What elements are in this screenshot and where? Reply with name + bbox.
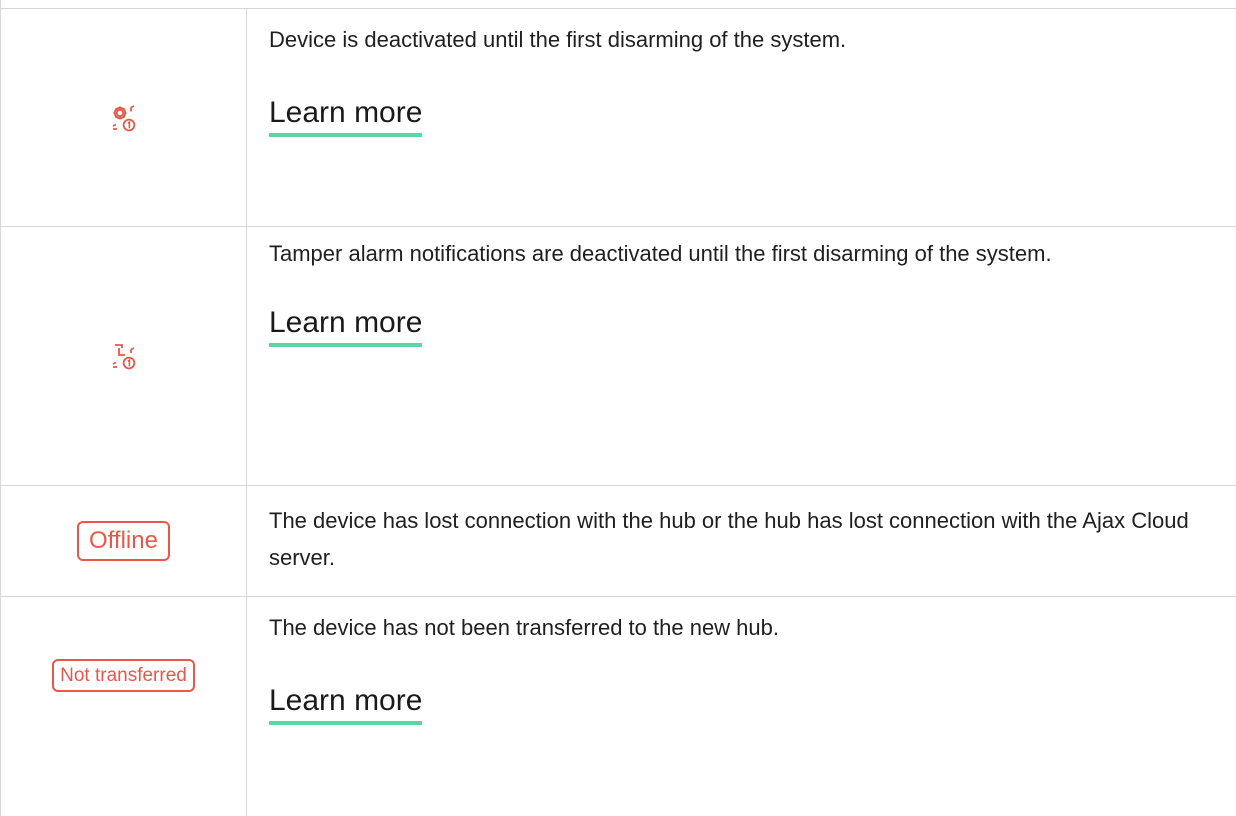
icon-cell: Not transferred (1, 597, 247, 816)
text-cell: Tamper alarm notifications are deactivat… (269, 235, 1219, 347)
learn-more-link[interactable]: Learn more (269, 306, 423, 347)
offline-badge: Offline (77, 521, 170, 561)
text-cell: The device has lost connection with the … (269, 502, 1219, 576)
row-description: The device has lost connection with the … (269, 508, 1189, 570)
table-row: Not transferred The device has not been … (1, 596, 1236, 816)
icon-cell (1, 9, 247, 226)
row-description: Tamper alarm notifications are deactivat… (269, 241, 1052, 266)
text-cell: The device has not been transferred to t… (269, 609, 1219, 725)
row-description: The device has not been transferred to t… (269, 615, 779, 640)
gear-deactivated-until-disarm-icon (109, 103, 139, 133)
text-cell: Device is deactivated until the first di… (269, 21, 1219, 137)
status-icons-table: Device is deactivated until the first di… (0, 0, 1236, 816)
icon-cell (1, 227, 247, 485)
table-row: Device is deactivated until the first di… (1, 8, 1236, 226)
table-row: Tamper alarm notifications are deactivat… (1, 226, 1236, 485)
not-transferred-badge: Not transferred (52, 659, 195, 692)
tamper-deactivated-until-disarm-icon (109, 341, 139, 371)
icon-cell: Offline (1, 486, 247, 596)
table-row: Offline The device has lost connection w… (1, 485, 1236, 596)
row-description: Device is deactivated until the first di… (269, 27, 847, 52)
learn-more-link[interactable]: Learn more (269, 684, 423, 725)
learn-more-link[interactable]: Learn more (269, 96, 423, 137)
